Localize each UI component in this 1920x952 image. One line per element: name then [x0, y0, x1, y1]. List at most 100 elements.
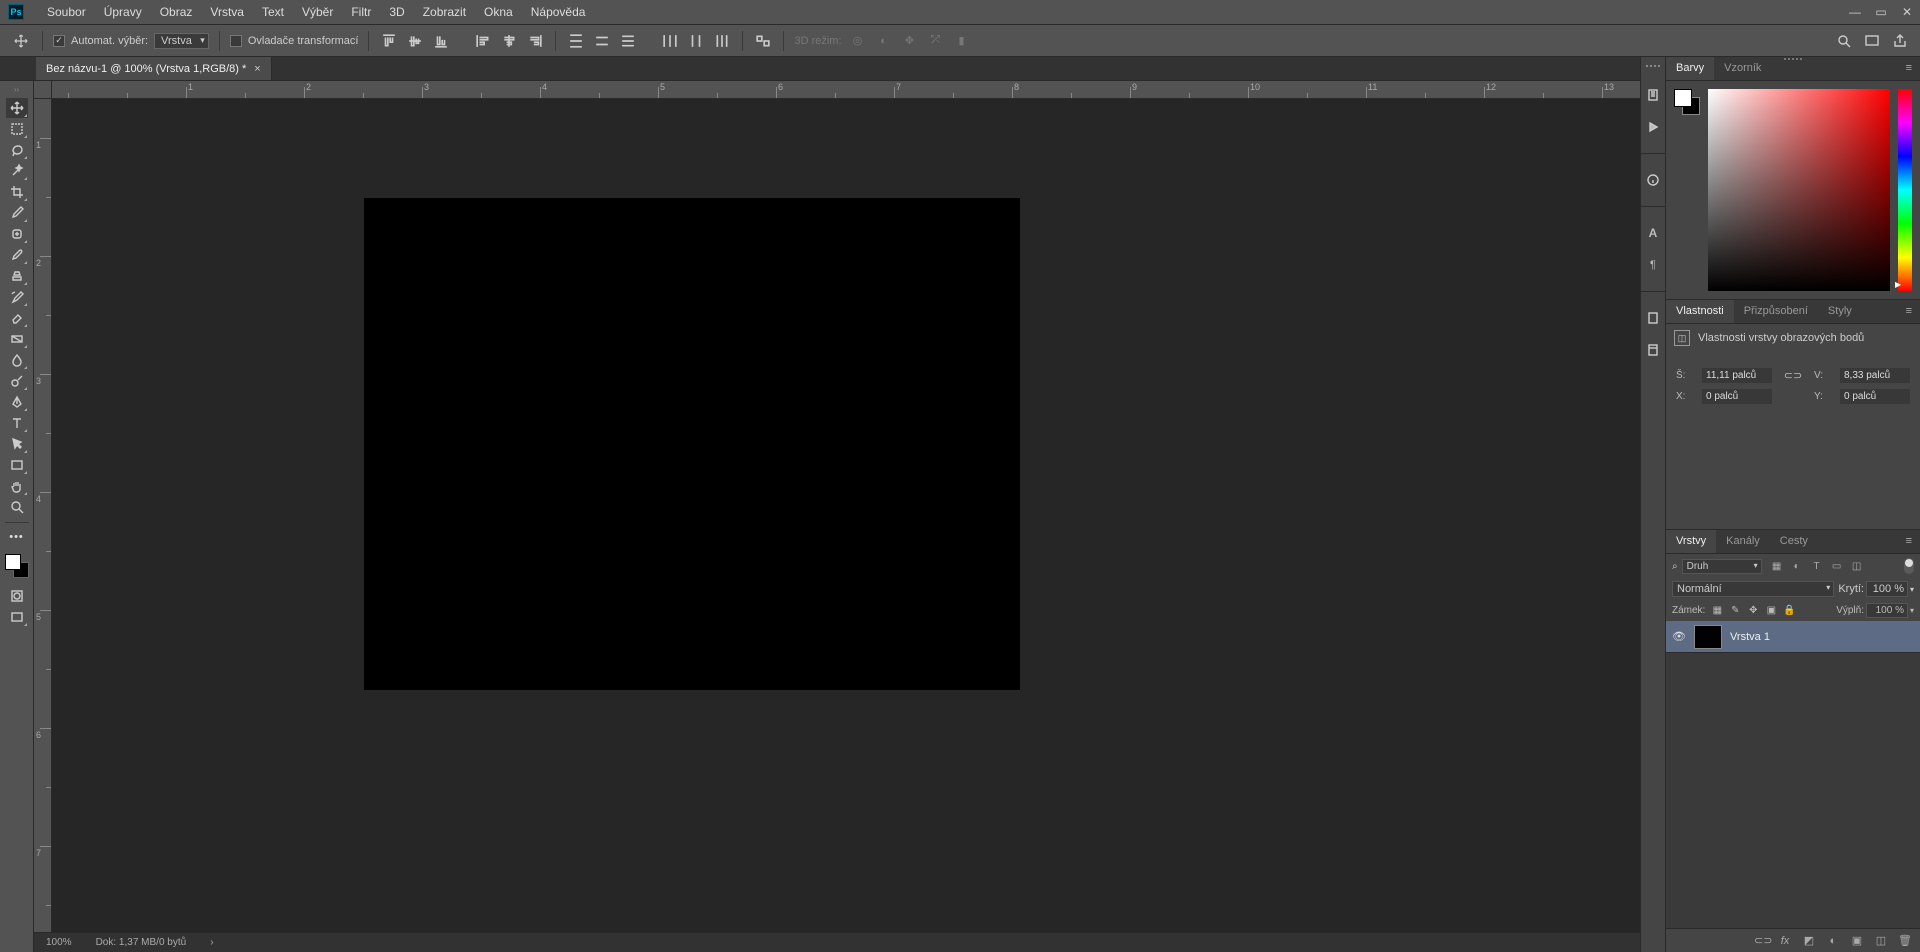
menu-soubor[interactable]: Soubor: [38, 1, 95, 23]
layers-panel-menu-icon[interactable]: ≡: [1898, 530, 1920, 553]
lock-artboard-icon[interactable]: ▣: [1765, 605, 1777, 617]
y-value[interactable]: 0 palců: [1840, 389, 1910, 404]
auto-select-mode-dropdown[interactable]: Vrstva: [154, 33, 209, 49]
opacity-value[interactable]: 100 %: [1866, 581, 1908, 597]
lock-image-icon[interactable]: ✎: [1729, 605, 1741, 617]
filter-adjust-icon[interactable]: ◐: [1790, 559, 1804, 573]
move-tool[interactable]: [6, 98, 28, 118]
menu-filtr[interactable]: Filtr: [342, 1, 380, 23]
edit-toolbar-button[interactable]: •••: [6, 527, 28, 547]
auto-select-checkbox[interactable]: ✓: [53, 35, 65, 47]
color-panel-menu-icon[interactable]: ≡: [1898, 57, 1920, 80]
auto-align-icon[interactable]: [753, 31, 773, 51]
eraser-tool[interactable]: [6, 308, 28, 328]
filter-pixel-icon[interactable]: ▦: [1770, 559, 1784, 573]
color-panel-swatches[interactable]: [1674, 89, 1700, 115]
align-top-icon[interactable]: [379, 31, 399, 51]
actions-panel-icon[interactable]: [1643, 117, 1663, 137]
tab-colors[interactable]: Barvy: [1666, 57, 1714, 80]
vertical-ruler[interactable]: 123456789: [34, 99, 52, 932]
layer-fx-icon[interactable]: fx: [1778, 935, 1792, 947]
distribute-vcenter-icon[interactable]: [592, 31, 612, 51]
x-value[interactable]: 0 palců: [1702, 389, 1772, 404]
document-tab[interactable]: Bez názvu-1 @ 100% (Vrstva 1,RGB/8) * ×: [36, 57, 272, 80]
menu-nápověda[interactable]: Nápověda: [522, 1, 595, 23]
filter-shape-icon[interactable]: ▭: [1830, 559, 1844, 573]
eyedropper-tool[interactable]: [6, 203, 28, 223]
tab-layers[interactable]: Vrstvy: [1666, 530, 1716, 553]
layer-thumbnail[interactable]: [1694, 625, 1722, 649]
type-tool[interactable]: [6, 413, 28, 433]
new-adjustment-icon[interactable]: ◐: [1826, 935, 1840, 947]
align-left-icon[interactable]: [473, 31, 493, 51]
color-field[interactable]: [1708, 89, 1890, 291]
tab-channels[interactable]: Kanály: [1716, 530, 1770, 553]
height-value[interactable]: 8,33 palců: [1840, 368, 1910, 383]
marquee-tool[interactable]: [6, 119, 28, 139]
width-value[interactable]: 11,11 palců: [1702, 368, 1772, 383]
fill-dropdown-icon[interactable]: ▾: [1910, 606, 1914, 615]
tab-properties[interactable]: Vlastnosti: [1666, 300, 1734, 323]
transform-controls-checkbox[interactable]: [230, 35, 242, 47]
fill-value[interactable]: 100 %: [1866, 603, 1908, 618]
align-right-icon[interactable]: [525, 31, 545, 51]
brush-tool[interactable]: [6, 245, 28, 265]
filter-toggle[interactable]: [1904, 558, 1914, 574]
fg-color-chip[interactable]: [1674, 89, 1692, 107]
notes-panel-icon[interactable]: [1643, 308, 1663, 328]
filter-smart-icon[interactable]: ◫: [1850, 559, 1864, 573]
doc-size-label[interactable]: Dok: 1,37 MB/0 bytů: [96, 937, 187, 948]
dodge-tool[interactable]: [6, 371, 28, 391]
layer-mask-icon[interactable]: ◩: [1802, 934, 1816, 947]
zoom-tool[interactable]: [6, 497, 28, 517]
path-selection-tool[interactable]: [6, 434, 28, 454]
menu-okna[interactable]: Okna: [475, 1, 522, 23]
distribute-right-icon[interactable]: [712, 31, 732, 51]
screen-mode-tool[interactable]: [6, 607, 28, 627]
paragraph-panel-icon[interactable]: ¶: [1643, 255, 1663, 275]
blend-mode-dropdown[interactable]: Normální: [1672, 581, 1834, 597]
layer-name[interactable]: Vrstva 1: [1730, 631, 1770, 643]
lock-transparency-icon[interactable]: ▦: [1711, 605, 1723, 617]
distribute-left-icon[interactable]: [660, 31, 680, 51]
quick-mask-tool[interactable]: [6, 586, 28, 606]
menu-3d[interactable]: 3D: [380, 1, 413, 23]
history-brush-tool[interactable]: [6, 287, 28, 307]
history-panel-icon[interactable]: [1643, 85, 1663, 105]
tab-adjustments[interactable]: Přizpůsobení: [1734, 300, 1818, 323]
ruler-origin[interactable]: [34, 81, 52, 99]
toolbar-grip[interactable]: ››: [14, 85, 19, 94]
strip-grip[interactable]: [1643, 65, 1663, 69]
healing-brush-tool[interactable]: [6, 224, 28, 244]
move-tool-indicator[interactable]: [10, 30, 32, 52]
gradient-tool[interactable]: [6, 329, 28, 349]
menu-text[interactable]: Text: [253, 1, 293, 23]
tab-swatches[interactable]: Vzorník: [1714, 57, 1771, 80]
maximize-button[interactable]: ▭: [1868, 2, 1894, 22]
crop-tool[interactable]: [6, 182, 28, 202]
tab-paths[interactable]: Cesty: [1770, 530, 1818, 553]
link-layers-icon[interactable]: ⊂⊃: [1754, 934, 1768, 947]
horizontal-ruler[interactable]: 123456789101112131415: [52, 81, 1640, 99]
color-swatch[interactable]: [5, 554, 29, 578]
link-wh-icon[interactable]: ⊂⊃: [1778, 369, 1808, 382]
status-more-icon[interactable]: ›: [210, 937, 213, 948]
distribute-bottom-icon[interactable]: [618, 31, 638, 51]
info-panel-icon[interactable]: [1643, 170, 1663, 190]
foreground-color-swatch[interactable]: [5, 554, 21, 570]
menu-výběr[interactable]: Výběr: [293, 1, 342, 23]
close-tab-icon[interactable]: ×: [254, 63, 260, 75]
new-group-icon[interactable]: ▣: [1850, 934, 1864, 947]
canvas-viewport[interactable]: [52, 99, 1640, 932]
minimize-button[interactable]: ―: [1842, 2, 1868, 22]
screen-mode-icon[interactable]: [1862, 31, 1882, 51]
document-canvas[interactable]: [365, 199, 1019, 689]
magic-wand-tool[interactable]: [6, 161, 28, 181]
share-icon[interactable]: [1890, 31, 1910, 51]
filter-search-icon[interactable]: ⌕: [1672, 561, 1678, 572]
distribute-hcenter-icon[interactable]: [686, 31, 706, 51]
filter-type-icon[interactable]: T: [1810, 559, 1824, 573]
align-hcenter-icon[interactable]: [499, 31, 519, 51]
filter-kind-dropdown[interactable]: Druh: [1682, 559, 1762, 574]
menu-zobrazit[interactable]: Zobrazit: [414, 1, 475, 23]
